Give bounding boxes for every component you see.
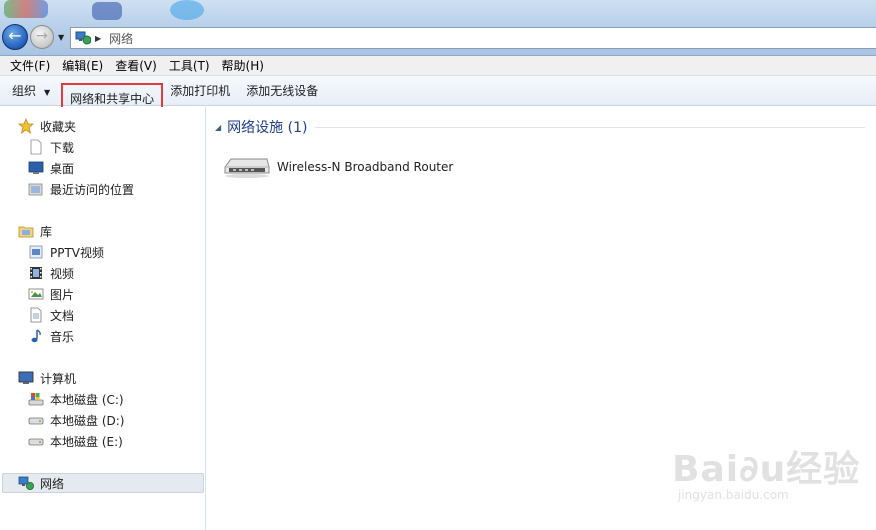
sidebar-item-label: 音乐 <box>50 329 75 344</box>
sidebar-item-recent[interactable]: 最近访问的位置 <box>28 179 134 199</box>
sidebar-item-favorites[interactable]: 收藏夹 <box>18 116 76 136</box>
command-bar: 组织 ▼ 网络和共享中心 添加打印机 添加无线设备 <box>0 76 876 123</box>
sidebar-item-label: 下载 <box>50 140 75 155</box>
sidebar-item-network[interactable]: 网络 <box>18 473 64 493</box>
video-library-icon <box>29 245 43 259</box>
add-printer-button[interactable]: 添加打印机 <box>162 76 238 106</box>
navigation-pane: 收藏夹 下载 桌面 最近访问的位置 库 PPTV视频 视频 图片 文档 音乐 计… <box>0 107 206 530</box>
menu-help[interactable]: 帮助(H) <box>216 57 270 74</box>
menu-edit[interactable]: 编辑(E) <box>56 57 109 74</box>
network-icon <box>75 31 91 45</box>
forward-button[interactable]: → <box>30 25 54 49</box>
music-note-icon <box>31 329 41 343</box>
sidebar-item-computer[interactable]: 计算机 <box>18 368 76 388</box>
sidebar-item-label: 图片 <box>50 287 75 302</box>
collapse-triangle-icon[interactable]: ◢ <box>215 123 221 132</box>
library-folder-icon <box>18 226 34 238</box>
organize-button[interactable]: 组织 ▼ <box>0 76 62 106</box>
network-icon <box>18 476 34 490</box>
sidebar-item-label: PPTV视频 <box>50 245 105 260</box>
sidebar-item-label: 视频 <box>50 266 75 281</box>
sidebar-item-drive-d[interactable]: 本地磁盘 (D:) <box>28 410 124 430</box>
group-title: 网络设施 (1) <box>227 120 308 136</box>
hard-drive-icon <box>28 438 44 446</box>
sidebar-item-videos[interactable]: 视频 <box>28 263 74 283</box>
sidebar-item-drive-c[interactable]: 本地磁盘 (C:) <box>28 389 124 409</box>
group-header[interactable]: ◢ 网络设施 (1) <box>215 117 865 137</box>
sidebar-item-downloads[interactable]: 下载 <box>28 137 74 157</box>
arrow-right-icon: → <box>36 28 48 44</box>
sidebar-item-libraries[interactable]: 库 <box>18 221 52 241</box>
arrow-left-icon: ← <box>8 26 22 45</box>
menu-bar: 文件(F) 编辑(E) 查看(V) 工具(T) 帮助(H) <box>0 56 876 76</box>
sidebar-item-label: 网络 <box>40 476 65 491</box>
organize-label: 组织 <box>12 83 37 98</box>
menu-file[interactable]: 文件(F) <box>4 57 56 74</box>
back-button[interactable]: ← <box>2 24 28 50</box>
breadcrumb-separator-icon[interactable]: ▶ <box>95 34 101 43</box>
device-name: Wireless-N Broadband Router <box>277 160 454 174</box>
sidebar-item-label: 本地磁盘 (C:) <box>50 392 124 407</box>
network-device-item[interactable]: Wireless-N Broadband Router <box>223 153 453 181</box>
documents-icon <box>30 307 42 323</box>
title-bar: ← → ▼ ▶ 网络 <box>0 0 876 56</box>
computer-icon <box>18 371 34 384</box>
recent-places-icon <box>28 183 43 196</box>
chevron-down-icon: ▼ <box>44 87 51 97</box>
sidebar-item-pptv[interactable]: PPTV视频 <box>28 242 104 262</box>
desktop-icon <box>28 161 44 174</box>
router-icon <box>224 158 270 178</box>
sidebar-item-label: 本地磁盘 (D:) <box>50 413 125 428</box>
hard-drive-icon <box>28 417 44 425</box>
sidebar-item-music[interactable]: 音乐 <box>28 326 74 346</box>
film-icon <box>30 267 42 279</box>
menu-view[interactable]: 查看(V) <box>109 57 163 74</box>
sidebar-item-documents[interactable]: 文档 <box>28 305 74 325</box>
star-icon <box>18 118 34 134</box>
sidebar-item-label: 计算机 <box>40 371 77 386</box>
network-sharing-center-label: 网络和共享中心 <box>70 92 155 106</box>
recent-pages-dropdown[interactable]: ▼ <box>58 33 64 42</box>
breadcrumb-network[interactable]: 网络 <box>109 30 133 47</box>
sidebar-item-label: 本地磁盘 (E:) <box>50 434 123 449</box>
sidebar-item-label: 文档 <box>50 308 75 323</box>
menu-tools[interactable]: 工具(T) <box>163 57 216 74</box>
system-drive-icon <box>28 393 44 406</box>
sidebar-item-label: 桌面 <box>50 161 75 176</box>
group-divider <box>315 126 865 128</box>
sidebar-item-label: 库 <box>40 224 53 239</box>
add-wireless-device-button[interactable]: 添加无线设备 <box>238 76 326 106</box>
sidebar-item-desktop[interactable]: 桌面 <box>28 158 74 178</box>
content-pane: ◢ 网络设施 (1) Wireless-N Broadband Router <box>207 107 876 530</box>
address-bar[interactable]: ▶ 网络 <box>70 27 876 49</box>
sidebar-item-pictures[interactable]: 图片 <box>28 284 74 304</box>
sidebar-item-drive-e[interactable]: 本地磁盘 (E:) <box>28 431 123 451</box>
sidebar-item-label: 收藏夹 <box>40 119 77 134</box>
picture-icon <box>28 288 44 300</box>
sidebar-item-label: 最近访问的位置 <box>50 182 135 197</box>
document-icon <box>30 139 42 155</box>
taskbar-blur-icons <box>0 0 230 20</box>
